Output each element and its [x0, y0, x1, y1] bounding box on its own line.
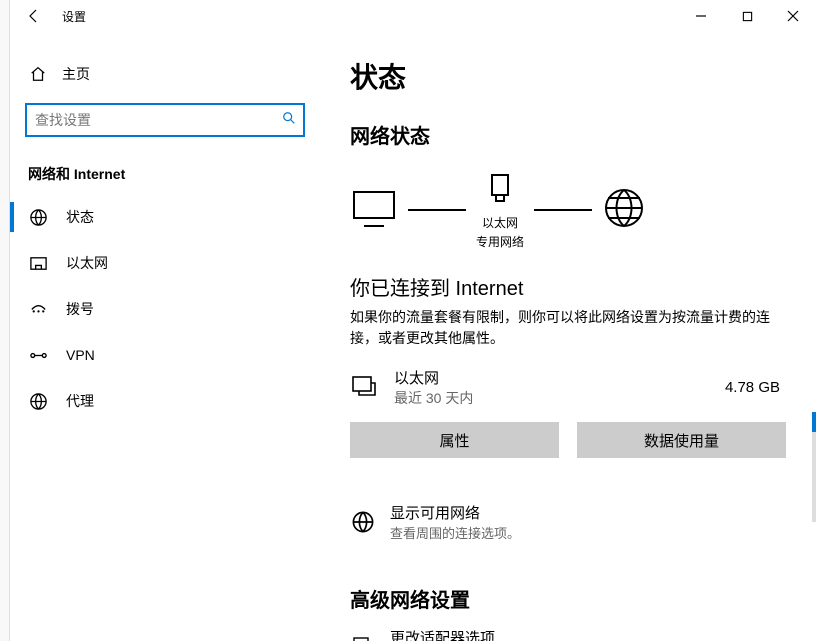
- home-label: 主页: [62, 64, 90, 84]
- close-button[interactable]: [770, 0, 816, 32]
- dialup-icon: [28, 300, 48, 319]
- back-button[interactable]: [14, 0, 54, 32]
- adapter-options-link[interactable]: 更改适配器选项 查看网络适配器并更改连接设置。: [350, 627, 786, 641]
- pc-icon: [350, 188, 398, 231]
- titlebar: 设置: [10, 0, 816, 32]
- main-content: 状态 网络状态 以太网 专用网络 你已连接到: [320, 32, 816, 641]
- diagram-line: [408, 209, 466, 211]
- maximize-button[interactable]: [724, 0, 770, 32]
- properties-button[interactable]: 属性: [350, 422, 559, 458]
- ethernet-card-icon: [350, 375, 380, 401]
- globe-icon: [350, 510, 376, 534]
- globe-icon: [28, 208, 48, 227]
- sidebar-item-ethernet[interactable]: 以太网: [10, 240, 320, 286]
- adapter-options-icon: [350, 635, 376, 641]
- sidebar: 主页 网络和 Internet 状态: [10, 32, 320, 641]
- adapter-period: 最近 30 天内: [394, 388, 711, 408]
- sidebar-item-vpn[interactable]: VPN: [10, 332, 320, 378]
- adapter-usage: 4.78 GB: [725, 379, 786, 396]
- vpn-icon: [28, 346, 48, 365]
- diagram-line: [534, 209, 592, 211]
- proxy-icon: [28, 392, 48, 411]
- background-window-edge: [0, 0, 10, 641]
- connected-heading: 你已连接到 Internet: [350, 272, 786, 301]
- minimize-button[interactable]: [678, 0, 724, 32]
- search-container: [26, 104, 304, 136]
- sidebar-group-header: 网络和 Internet: [10, 136, 320, 194]
- data-usage-button[interactable]: 数据使用量: [577, 422, 786, 458]
- diagram-eth-label: 以太网: [482, 214, 518, 231]
- adapter-name: 以太网: [394, 367, 711, 388]
- adapter-row: 以太网 最近 30 天内 4.78 GB: [350, 367, 786, 408]
- scrollbar[interactable]: [812, 412, 816, 522]
- sidebar-item-label: VPN: [66, 347, 95, 363]
- router-icon: [486, 169, 514, 208]
- home-icon: [28, 65, 48, 83]
- ethernet-icon: [28, 254, 48, 273]
- settings-window: 设置 主页: [10, 0, 816, 641]
- internet-globe-icon: [602, 186, 646, 233]
- network-diagram: 以太网 专用网络: [350, 163, 786, 256]
- show-networks-link[interactable]: 显示可用网络 查看周围的连接选项。: [350, 502, 786, 542]
- sidebar-item-proxy[interactable]: 代理: [10, 378, 320, 424]
- adapter-options-title: 更改适配器选项: [390, 627, 585, 641]
- sidebar-item-label: 拨号: [66, 299, 94, 319]
- show-networks-sub: 查看周围的连接选项。: [390, 523, 520, 542]
- sidebar-item-label: 代理: [66, 391, 94, 411]
- window-title: 设置: [54, 8, 86, 25]
- sidebar-item-label: 以太网: [66, 253, 108, 273]
- show-networks-title: 显示可用网络: [390, 502, 520, 523]
- section-network-status: 网络状态: [350, 120, 786, 149]
- search-input[interactable]: [26, 104, 304, 136]
- sidebar-item-status[interactable]: 状态: [10, 194, 320, 240]
- section-advanced: 高级网络设置: [350, 584, 786, 613]
- connected-body: 如果你的流量套餐有限制，则你可以将此网络设置为按流量计费的连接，或者更改其他属性…: [350, 307, 786, 349]
- page-title: 状态: [350, 56, 786, 96]
- diagram-eth-sub: 专用网络: [476, 233, 524, 250]
- window-controls: [678, 0, 816, 32]
- sidebar-item-dialup[interactable]: 拨号: [10, 286, 320, 332]
- sidebar-item-label: 状态: [66, 207, 94, 227]
- home-link[interactable]: 主页: [10, 56, 320, 92]
